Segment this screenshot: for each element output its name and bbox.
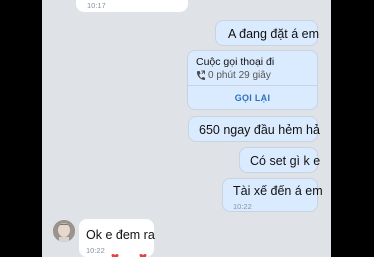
- message-text: Ok e đem ra: [86, 228, 155, 242]
- divider: [188, 85, 317, 86]
- incoming-message-bubble[interactable]: 10:17: [76, 0, 188, 12]
- chat-panel: 10:17 A đang đặt á em Cuộc gọi thoại đi …: [42, 0, 331, 257]
- message-time: 10:22: [86, 246, 105, 255]
- call-back-button[interactable]: GỌI LẠI: [188, 93, 317, 103]
- contact-avatar[interactable]: [53, 220, 75, 242]
- phone-outgoing-icon: [196, 70, 205, 80]
- message-text: Có set gì k e: [250, 154, 321, 168]
- call-duration: 0 phút 29 giây: [208, 70, 271, 81]
- message-text: A đang đặt á em: [228, 27, 320, 41]
- message-text: 650 ngay đầu hẻm hả: [199, 123, 320, 137]
- incoming-message-bubble[interactable]: Ok e đem ra 10:22: [79, 219, 155, 257]
- call-card[interactable]: Cuộc gọi thoại đi 0 phút 29 giây GỌI LẠI: [187, 50, 318, 110]
- message-text: Tài xế đến á em: [233, 184, 323, 198]
- outgoing-message-bubble[interactable]: Tài xế đến á em 10:22: [222, 178, 323, 212]
- message-time: 10:22: [233, 202, 252, 211]
- outgoing-message-bubble[interactable]: A đang đặt á em: [215, 20, 320, 46]
- avatar-image: [53, 220, 75, 242]
- call-title: Cuộc gọi thoại đi: [196, 56, 275, 68]
- outgoing-message-bubble[interactable]: 650 ngay đầu hẻm hả: [188, 116, 320, 142]
- message-time: 10:17: [87, 1, 106, 10]
- heart-icon[interactable]: [110, 253, 150, 257]
- outgoing-message-bubble[interactable]: Có set gì k e: [239, 147, 321, 173]
